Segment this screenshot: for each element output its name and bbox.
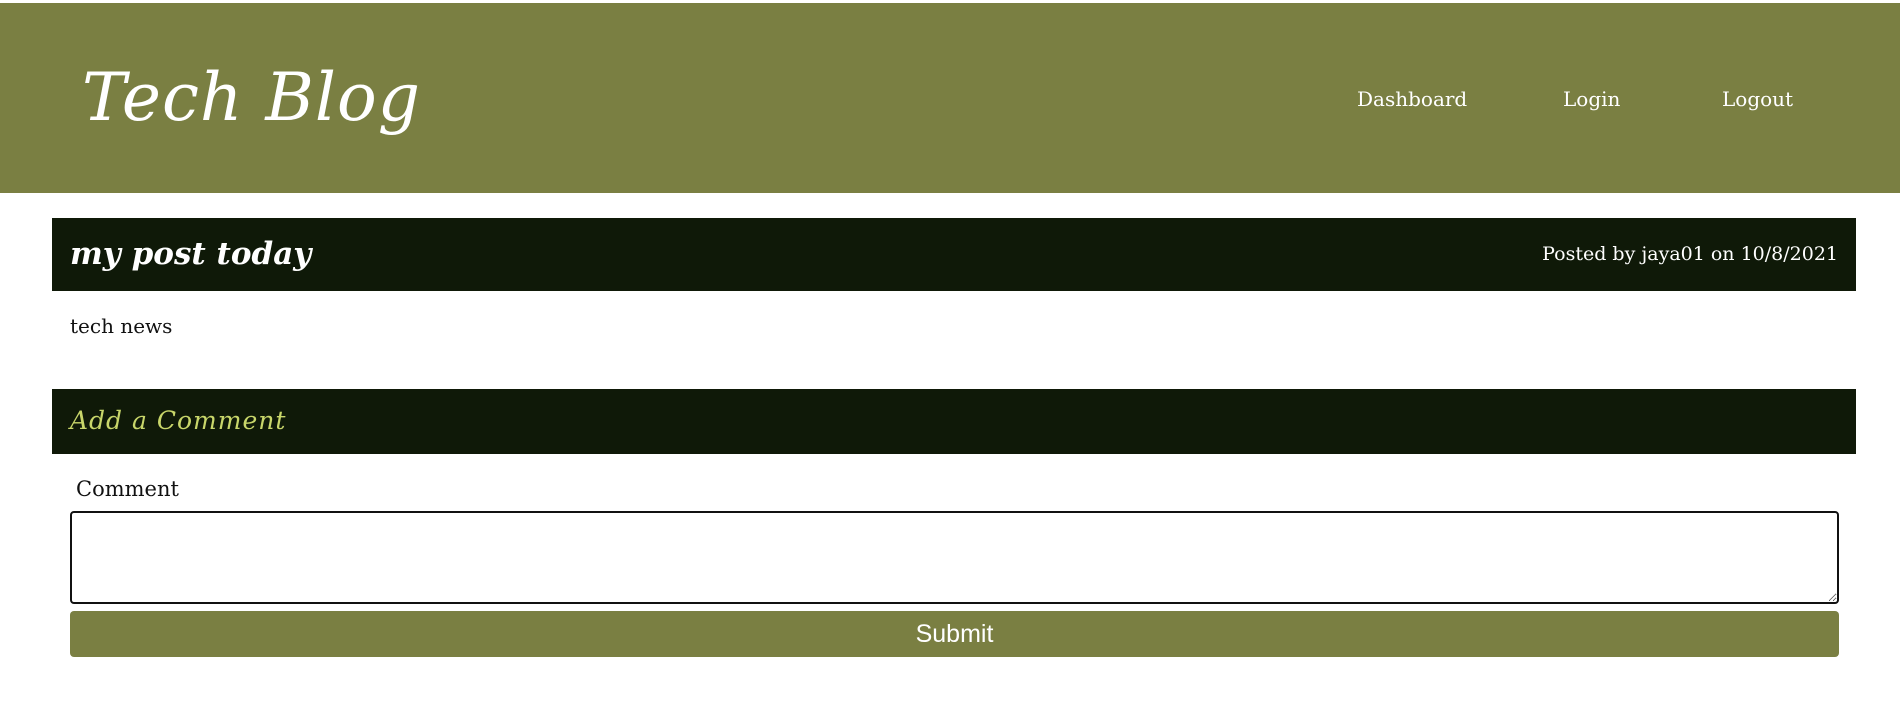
post-content: tech news	[70, 314, 173, 338]
post-title: my post today	[70, 236, 312, 272]
nav-link-login[interactable]: Login	[1563, 83, 1620, 115]
site-header: Tech Blog Dashboard Login Logout	[0, 3, 1900, 193]
comment-heading: Add a Comment	[70, 406, 287, 435]
post-header-bar: my post today Posted by jaya01 on 10/8/2…	[52, 218, 1856, 291]
comment-input[interactable]	[70, 511, 1839, 604]
nav-link-dashboard[interactable]: Dashboard	[1357, 83, 1467, 115]
comment-header-bar: Add a Comment	[52, 389, 1856, 454]
post-meta: Posted by jaya01 on 10/8/2021	[1542, 243, 1838, 265]
nav-link-logout[interactable]: Logout	[1722, 83, 1793, 115]
submit-button[interactable]: Submit	[70, 611, 1839, 657]
comment-label: Comment	[76, 477, 179, 501]
main-nav: Dashboard Login Logout	[0, 83, 1900, 115]
